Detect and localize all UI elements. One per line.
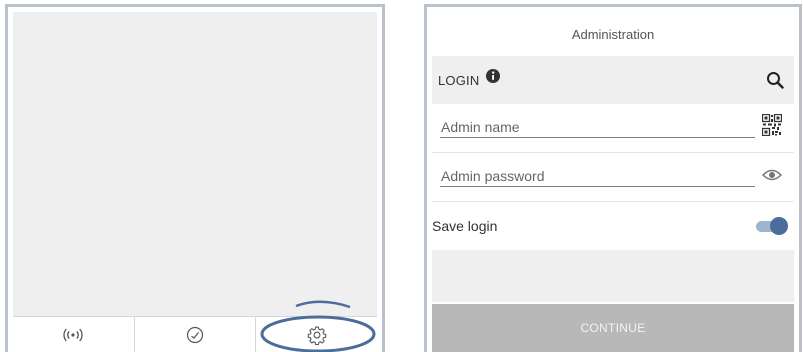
tab-history[interactable]: [133, 317, 256, 352]
search-icon[interactable]: [766, 71, 784, 89]
admin-name-row: [432, 104, 794, 152]
tab-settings[interactable]: [255, 317, 377, 352]
gear-icon: [307, 326, 326, 345]
admin-password-input[interactable]: [440, 165, 755, 187]
qr-code-icon[interactable]: [762, 114, 782, 136]
save-login-label: Save login: [432, 218, 498, 234]
admin-name-input[interactable]: [440, 116, 755, 138]
admin-password-row: [432, 153, 794, 201]
continue-button[interactable]: CONTINUE: [432, 304, 794, 352]
login-label: LOGIN: [438, 72, 480, 88]
tab-broadcast[interactable]: [13, 317, 134, 352]
save-login-row: Save login: [432, 202, 794, 250]
info-icon[interactable]: [486, 69, 501, 83]
login-section-header: LOGIN: [432, 56, 794, 104]
left-phone-frame: [5, 4, 385, 352]
bottom-tab-bar: [13, 316, 377, 352]
admin-screen: Administration LOGIN Admin name Save log…: [432, 12, 794, 352]
clock-icon: [186, 326, 204, 343]
empty-panel: [432, 250, 794, 302]
right-phone-frame: Administration LOGIN Admin name Save log…: [424, 4, 802, 352]
toggle-thumb: [770, 217, 788, 235]
eye-icon[interactable]: [762, 163, 782, 185]
broadcast-icon: [63, 328, 83, 341]
left-content-area: [13, 12, 377, 317]
page-title: Administration: [571, 26, 655, 42]
save-login-toggle[interactable]: [756, 217, 788, 235]
